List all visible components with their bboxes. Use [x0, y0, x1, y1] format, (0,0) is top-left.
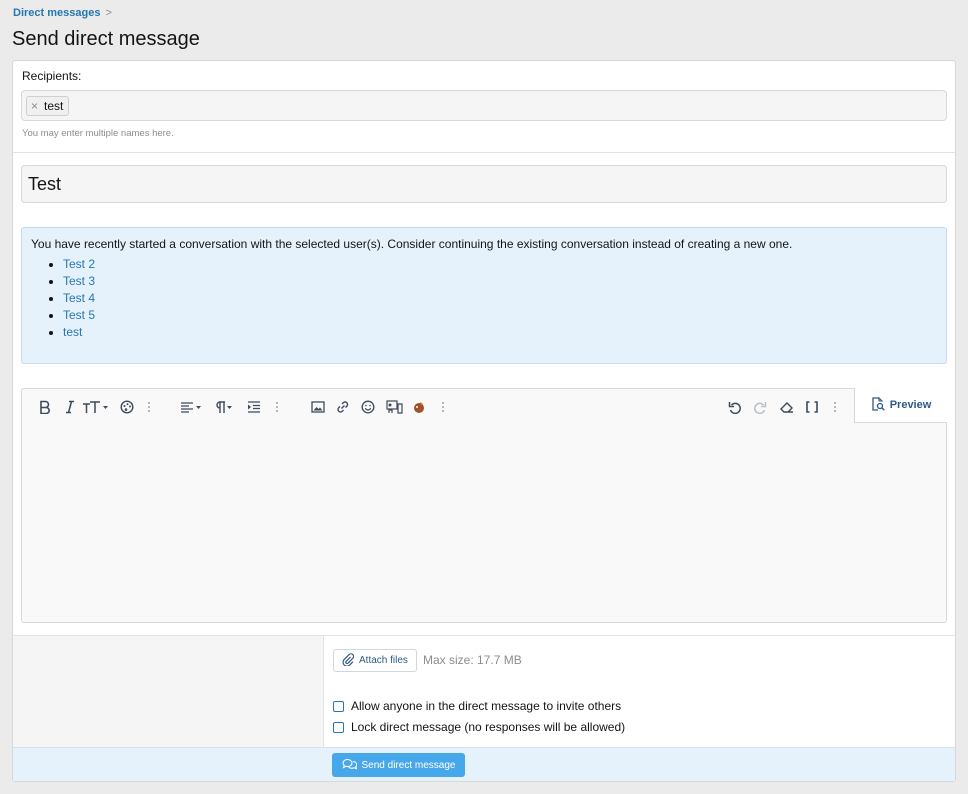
title-input[interactable]: Test — [21, 165, 947, 203]
preview-icon — [871, 396, 885, 414]
more-icon[interactable] — [831, 398, 839, 416]
list-item: Test 5 — [63, 307, 95, 324]
options-label-column — [13, 636, 324, 747]
lock-label: Lock direct message (no responses will b… — [351, 720, 626, 734]
image-icon[interactable] — [310, 398, 326, 416]
redo-icon[interactable] — [752, 398, 768, 416]
bbcode-icon[interactable] — [804, 398, 820, 416]
clear-format-icon[interactable] — [779, 398, 795, 416]
text-color-icon[interactable] — [119, 398, 135, 416]
message-editor: Preview — [21, 388, 947, 623]
send-direct-message-button[interactable]: Send direct message — [332, 753, 465, 777]
more-icon[interactable] — [145, 398, 153, 416]
conversation-icon — [341, 758, 357, 773]
preview-button[interactable]: Preview — [854, 388, 947, 423]
recipients-label: Recipients: — [22, 69, 82, 83]
paragraph-icon[interactable] — [213, 398, 235, 416]
conversation-link[interactable]: test — [63, 325, 82, 339]
remove-token-icon[interactable]: × — [31, 97, 38, 115]
conversation-list: Test 2 Test 3 Test 4 Test 5 test — [31, 256, 95, 341]
more-icon[interactable] — [439, 398, 447, 416]
list-item: Test 3 — [63, 273, 95, 290]
list-item: test — [63, 324, 95, 341]
more-icon[interactable] — [273, 398, 281, 416]
recipient-token-label: test — [44, 99, 64, 113]
max-size-text: Max size: 17.7 MB — [423, 653, 522, 667]
message-form: Recipients: × test You may enter multipl… — [12, 60, 956, 782]
media-icon[interactable] — [385, 398, 403, 416]
attach-files-label: Attach files — [359, 655, 408, 666]
conversation-link[interactable]: Test 4 — [63, 291, 95, 305]
breadcrumb-separator: > — [105, 7, 112, 19]
conversation-link[interactable]: Test 2 — [63, 257, 95, 271]
paperclip-icon — [342, 652, 355, 669]
allow-invite-label: Allow anyone in the direct message to in… — [351, 699, 622, 713]
undo-icon[interactable] — [727, 398, 743, 416]
conversation-link[interactable]: Test 5 — [63, 308, 95, 322]
emoji-icon[interactable] — [360, 398, 376, 416]
italic-icon[interactable] — [63, 398, 77, 416]
recipient-token: × test — [26, 96, 70, 116]
preview-label: Preview — [889, 399, 932, 411]
notice-message: You have recently started a conversation… — [31, 237, 793, 251]
recipients-input[interactable]: × test — [21, 90, 947, 121]
list-item: Test 4 — [63, 290, 95, 307]
form-submit-row: Send direct message — [13, 747, 955, 781]
divider — [13, 152, 955, 153]
message-body-input[interactable] — [22, 423, 946, 622]
gif-icon[interactable] — [411, 398, 427, 416]
align-icon[interactable] — [180, 398, 204, 416]
allow-invite-option[interactable]: Allow anyone in the direct message to in… — [333, 699, 621, 713]
editor-toolbar: Preview — [22, 388, 947, 423]
recipients-hint: You may enter multiple names here. — [22, 128, 174, 139]
lock-checkbox[interactable] — [333, 721, 344, 733]
bold-icon[interactable] — [38, 398, 52, 416]
lock-option[interactable]: Lock direct message (no responses will b… — [333, 720, 625, 734]
page-title: Send direct message — [12, 28, 200, 50]
existing-conversation-notice: You have recently started a conversation… — [21, 227, 947, 364]
conversation-link[interactable]: Test 3 — [63, 274, 95, 288]
attach-files-button[interactable]: Attach files — [333, 649, 417, 672]
breadcrumb: Direct messages > — [13, 7, 112, 19]
link-icon[interactable] — [335, 398, 351, 416]
indent-icon[interactable] — [246, 398, 262, 416]
list-item: Test 2 — [63, 256, 95, 273]
text-size-icon[interactable] — [82, 398, 110, 416]
allow-invite-checkbox[interactable] — [333, 700, 344, 712]
send-direct-message-label: Send direct message — [361, 759, 456, 771]
breadcrumb-direct-messages[interactable]: Direct messages — [13, 7, 100, 19]
